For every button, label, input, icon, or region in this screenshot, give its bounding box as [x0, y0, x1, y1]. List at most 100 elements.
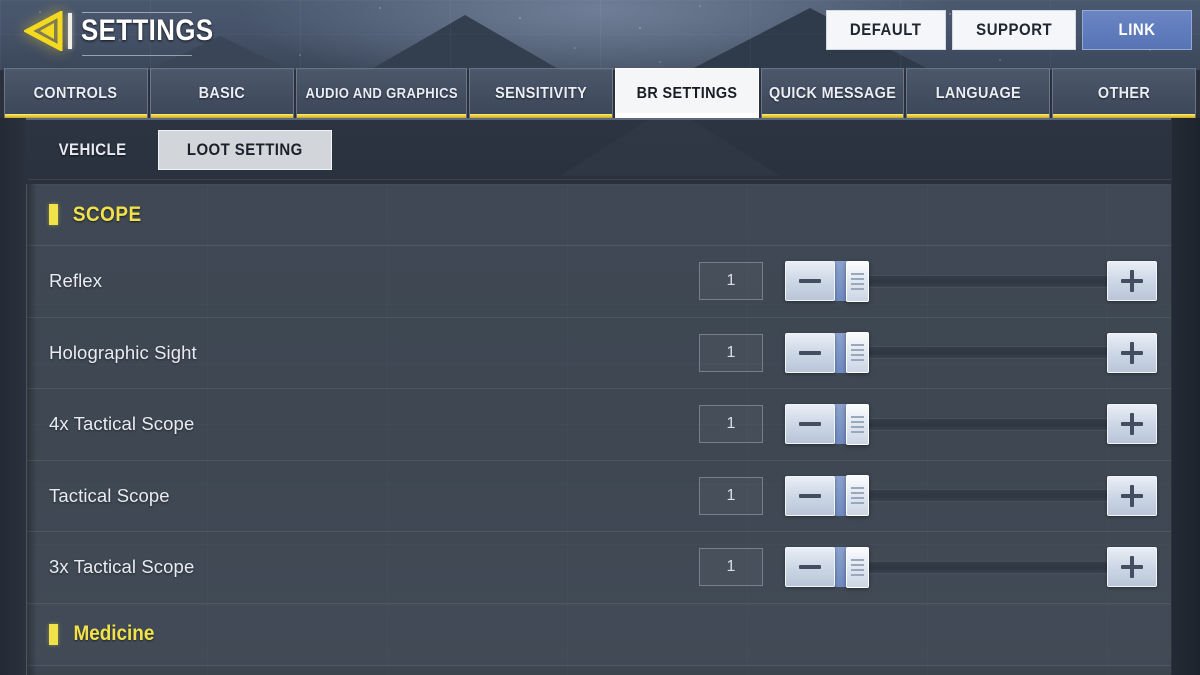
slider-track-area[interactable] [834, 260, 1108, 302]
decrement-button[interactable] [785, 475, 835, 516]
setting-control: 1 [699, 389, 1157, 460]
support-button-label: SUPPORT [975, 20, 1052, 39]
slider-track-area[interactable] [834, 332, 1108, 374]
link-button-label: LINK [1118, 20, 1156, 39]
title-rule-bottom [82, 55, 192, 56]
tab-language[interactable]: LANGUAGE [906, 68, 1051, 118]
priority-slider[interactable] [785, 545, 1157, 589]
sub-tab-bar: VEHICLE LOOT SETTING [0, 118, 1200, 180]
section-title-scope-text: SCOPE [72, 202, 142, 226]
section-title-medicine: Medicine [69, 622, 159, 646]
support-button[interactable]: SUPPORT [951, 10, 1076, 50]
back-arrow-icon[interactable] [24, 11, 66, 51]
slider-track [834, 417, 1108, 431]
setting-row-reflex: Reflex 1 [27, 246, 1171, 318]
header-actions: DEFAULT SUPPORT LINK [826, 10, 1192, 50]
tab-quick-message-label: QUICK MESSAGE [768, 84, 897, 102]
setting-row-tactical-scope: Tactical Scope 1 [27, 461, 1171, 532]
slider-thumb[interactable] [846, 260, 869, 302]
setting-row-4x-tactical-scope: 4x Tactical Scope 1 [27, 389, 1171, 461]
setting-label: 4x Tactical Scope [49, 413, 195, 435]
slider-track [834, 489, 1108, 503]
section-title-scope: SCOPE [69, 203, 146, 227]
right-gutter [1171, 118, 1200, 675]
value-display: 1 [699, 405, 763, 444]
priority-slider[interactable] [785, 474, 1157, 518]
minus-icon [799, 565, 821, 570]
tab-quick-message[interactable]: QUICK MESSAGE [760, 68, 905, 118]
setting-control: 1 [699, 532, 1157, 603]
tab-br-settings-label: BR SETTINGS [636, 84, 738, 102]
slider-thumb[interactable] [846, 403, 869, 445]
minus-icon [799, 350, 821, 355]
setting-row-holographic-sight: Holographic Sight 1 [27, 318, 1171, 389]
decrement-button[interactable] [785, 547, 835, 588]
tab-other[interactable]: OTHER [1052, 68, 1196, 118]
page-title: SETTINGS [81, 14, 214, 47]
priority-slider[interactable] [785, 402, 1157, 446]
plus-icon-v [1130, 556, 1134, 579]
section-accent-bar [49, 204, 58, 225]
value-display: 1 [699, 333, 763, 372]
priority-slider[interactable] [785, 331, 1157, 375]
setting-control: 1 [699, 318, 1157, 389]
slider-track-area[interactable] [834, 546, 1108, 588]
plus-icon-v [1130, 341, 1134, 364]
value-display: 1 [699, 548, 763, 587]
setting-label: Reflex [49, 270, 103, 292]
tab-controls[interactable]: CONTROLS [4, 68, 148, 118]
section-accent-bar [49, 623, 58, 645]
increment-button[interactable] [1107, 404, 1157, 445]
minus-icon [799, 279, 821, 284]
settings-screen: SETTINGS DEFAULT SUPPORT LINK CONTROLS B… [0, 0, 1200, 675]
decrement-button[interactable] [785, 404, 835, 445]
setting-label: 3x Tactical Scope [49, 556, 195, 578]
tab-br-settings[interactable]: BR SETTINGS [614, 68, 759, 118]
minus-icon [799, 493, 821, 498]
slider-thumb[interactable] [846, 546, 869, 588]
plus-icon-v [1130, 270, 1134, 293]
default-button[interactable]: DEFAULT [826, 10, 946, 50]
left-gutter [0, 118, 26, 675]
subbar-divider [28, 179, 1172, 180]
priority-slider[interactable] [785, 259, 1157, 303]
setting-control: 1 [699, 461, 1157, 532]
decrement-button[interactable] [785, 261, 835, 302]
slider-track-area[interactable] [834, 475, 1108, 517]
value-display: 1 [699, 476, 763, 515]
tab-other-label: OTHER [1097, 84, 1151, 102]
subbar-background-shape [560, 120, 780, 176]
slider-thumb[interactable] [846, 475, 869, 517]
slider-track [834, 560, 1108, 574]
subtab-vehicle[interactable]: VEHICLE [28, 130, 158, 170]
link-button[interactable]: LINK [1082, 10, 1192, 50]
increment-button[interactable] [1107, 475, 1157, 516]
tab-controls-label: CONTROLS [34, 84, 118, 102]
plus-icon-v [1130, 484, 1134, 507]
increment-button[interactable] [1107, 332, 1157, 373]
setting-label: Holographic Sight [49, 341, 197, 363]
tab-sensitivity[interactable]: SENSITIVITY [468, 68, 613, 118]
section-header-medicine: Medicine [27, 604, 1171, 666]
main-tab-bar: CONTROLS BASIC AUDIO AND GRAPHICS SENSIT… [0, 68, 1200, 118]
subtab-vehicle-label: VEHICLE [59, 140, 127, 159]
section-header-scope: SCOPE [27, 184, 1171, 246]
settings-logo: SETTINGS [24, 7, 235, 56]
tab-audio-and-graphics[interactable]: AUDIO AND GRAPHICS [295, 68, 467, 118]
decrement-button[interactable] [785, 332, 835, 373]
minus-icon [799, 422, 821, 427]
plus-icon-v [1130, 413, 1134, 436]
tab-basic-label: BASIC [198, 84, 245, 102]
default-button-label: DEFAULT [850, 20, 922, 39]
tab-sensitivity-label: SENSITIVITY [494, 84, 587, 102]
title-divider [68, 13, 72, 49]
slider-thumb[interactable] [846, 332, 869, 374]
slider-track-area[interactable] [834, 403, 1108, 445]
increment-button[interactable] [1107, 547, 1157, 588]
setting-row-3x-tactical-scope: 3x Tactical Scope 1 [27, 532, 1171, 604]
tab-basic[interactable]: BASIC [149, 68, 294, 118]
tab-language-label: LANGUAGE [935, 84, 1021, 102]
subtab-loot-setting[interactable]: LOOT SETTING [158, 130, 332, 170]
settings-panel: SCOPE Reflex 1 Holographic Sight 1 4x Ta… [26, 184, 1171, 675]
increment-button[interactable] [1107, 261, 1157, 302]
